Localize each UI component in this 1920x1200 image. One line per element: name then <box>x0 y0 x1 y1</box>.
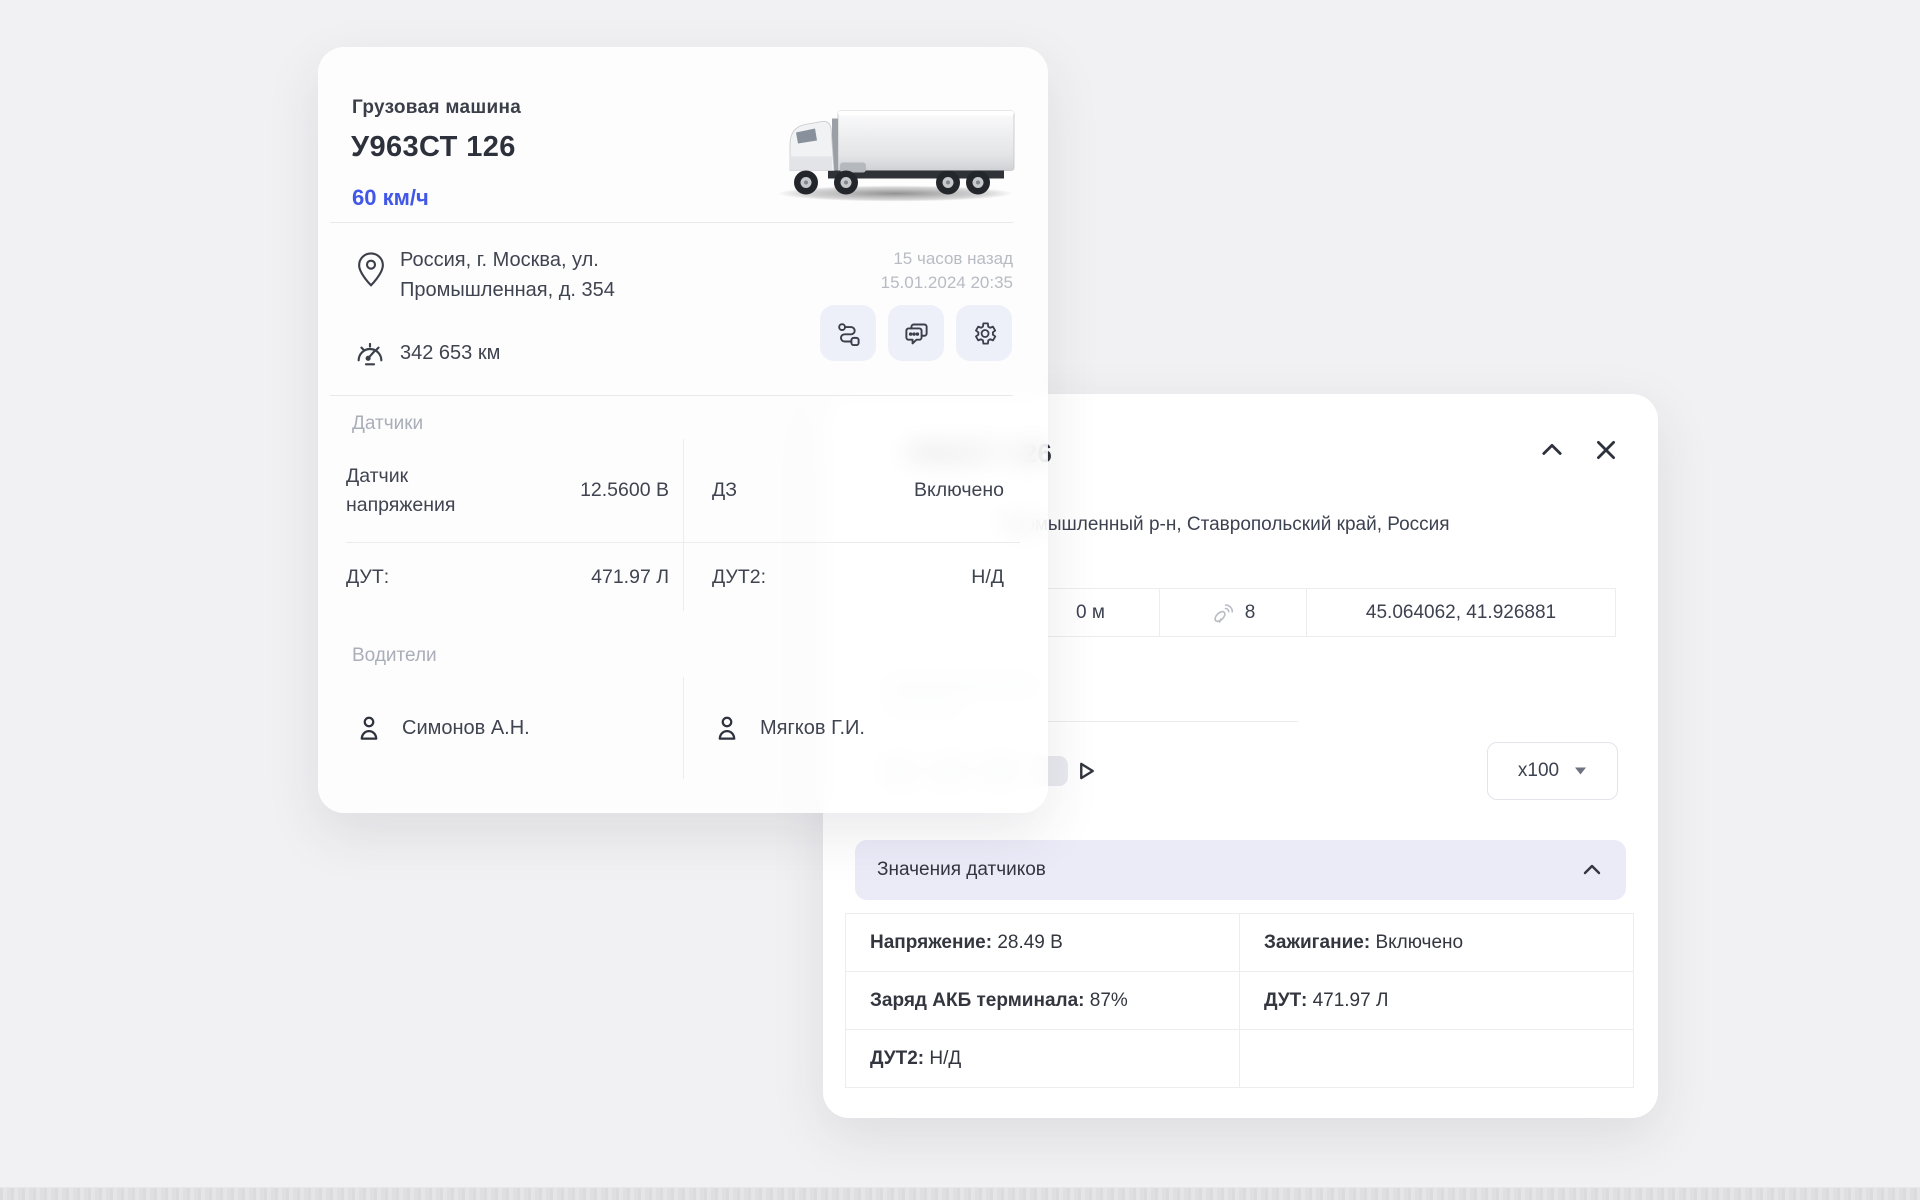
altitude-value: 0 м <box>1076 602 1105 624</box>
playback-speed-select[interactable]: x100 <box>1487 742 1618 800</box>
odometer-icon <box>354 337 386 369</box>
satellites-value: 8 <box>1245 602 1256 624</box>
vehicle-location: Россия, г. Москва, ул. Промышленная, д. … <box>400 245 660 305</box>
table-cell: ДУТ2: Н/Д <box>846 1030 1240 1088</box>
vehicle-action-buttons <box>820 305 1012 361</box>
driver-item: Мягков Г.И. <box>683 677 1020 779</box>
table-row: Заряд АКБ терминала: 87% ДУТ: 471.97 Л <box>846 972 1634 1030</box>
timestamp: 15.01.2024 20:35 <box>881 271 1013 295</box>
truck-image <box>770 102 1020 207</box>
table-cell <box>1240 1030 1634 1088</box>
settings-button[interactable] <box>956 305 1012 361</box>
divider <box>330 222 1013 223</box>
divider <box>330 395 1013 396</box>
bottom-edge-strip <box>0 1187 1920 1200</box>
coordinates-value: 45.064062, 41.926881 <box>1366 602 1556 624</box>
driver-item: Симонов А.Н. <box>346 677 683 779</box>
sensor-fuel1: ДУТ: 471.97 Л <box>346 543 683 611</box>
time-ago: 15 часов назад <box>881 247 1013 271</box>
driver-name: Мягков Г.И. <box>760 717 865 740</box>
route-button[interactable] <box>820 305 876 361</box>
vehicle-speed: 60 км/ч <box>352 185 429 211</box>
table-cell: Напряжение: 28.49 В <box>846 914 1240 972</box>
vehicle-plate: У963СТ 126 <box>351 131 516 164</box>
sensors-section-title: Датчики <box>352 413 423 435</box>
play-icon[interactable] <box>1070 756 1100 786</box>
table-cell: Зажигание: Включено <box>1240 914 1634 972</box>
playback-speed-value: x100 <box>1518 760 1559 782</box>
route-icon <box>835 320 862 347</box>
satellites-cell: 8 <box>1159 588 1307 637</box>
sensor-ignition: ДЗ Включено <box>683 439 1020 543</box>
sensor-values-header[interactable]: Значения датчиков <box>855 840 1626 900</box>
person-icon <box>354 713 384 743</box>
table-row: ДУТ2: Н/Д <box>846 1030 1634 1088</box>
location-pin-icon <box>356 250 386 288</box>
chevron-up-icon <box>1580 858 1604 882</box>
drivers-grid: Симонов А.Н. Мягков Г.И. <box>346 677 1020 779</box>
detail-address: Промышленный р-н, Ставропольский край, Р… <box>1000 514 1450 536</box>
person-icon <box>712 713 742 743</box>
messages-button[interactable] <box>888 305 944 361</box>
coordinates-cell: 45.064062, 41.926881 <box>1306 588 1616 637</box>
fleet-tracking-screen: { "vehicle_card": { "type_label": "Грузо… <box>0 0 1920 1200</box>
sensor-values-title: Значения датчиков <box>877 859 1046 881</box>
last-update-time: 15 часов назад 15.01.2024 20:35 <box>881 247 1013 295</box>
table-cell: Заряд АКБ терминала: 87% <box>846 972 1240 1030</box>
collapse-icon[interactable] <box>1538 436 1566 464</box>
table-cell: ДУТ: 471.97 Л <box>1240 972 1634 1030</box>
chat-icon <box>903 320 930 347</box>
sensors-grid: Датчик напряжения 12.5600 В ДЗ Включено … <box>346 439 1020 611</box>
drivers-section-title: Водители <box>352 645 437 667</box>
close-icon[interactable] <box>1592 436 1620 464</box>
vehicle-summary-card: Грузовая машина У963СТ 126 60 км/ч <box>318 47 1048 813</box>
table-row: Напряжение: 28.49 В Зажигание: Включено <box>846 914 1634 972</box>
chevron-down-icon <box>1574 766 1587 776</box>
sensor-fuel2: ДУТ2: Н/Д <box>683 543 1020 611</box>
sensor-values-table: Напряжение: 28.49 В Зажигание: Включено … <box>845 913 1634 1088</box>
odometer-value: 342 653 км <box>400 342 500 365</box>
sensor-voltage: Датчик напряжения 12.5600 В <box>346 439 683 543</box>
vehicle-type-label: Грузовая машина <box>352 97 521 119</box>
satellite-icon <box>1211 601 1235 625</box>
gear-icon <box>971 320 998 347</box>
driver-name: Симонов А.Н. <box>402 717 530 740</box>
detail-card-actions <box>1538 436 1620 464</box>
